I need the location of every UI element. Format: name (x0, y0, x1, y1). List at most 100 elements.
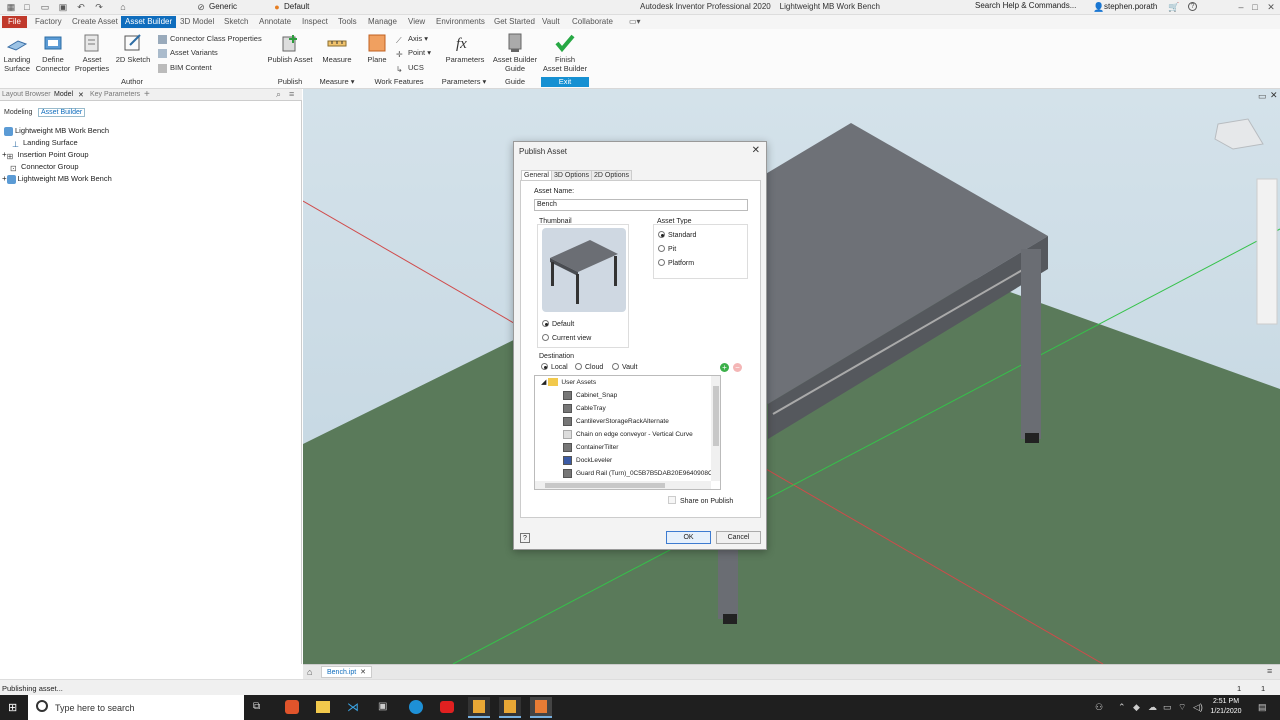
file-explorer-icon[interactable] (316, 701, 330, 713)
close-tab-icon[interactable]: ✕ (78, 91, 84, 99)
hamburger-menu-icon[interactable]: ≡ (289, 89, 294, 99)
tree-root[interactable]: Lightweight MB Work Bench (4, 125, 109, 136)
factory-window[interactable] (530, 697, 552, 718)
landing-surface-button[interactable]: Landing Surface (2, 33, 32, 73)
appearance-dropdown[interactable]: Default (284, 2, 309, 11)
home-icon[interactable]: ⌂ (118, 2, 128, 12)
tab-3d-options[interactable]: 3D Options (551, 170, 593, 180)
windows-start-icon[interactable]: ⊞ (8, 701, 17, 714)
destination-folder-list[interactable]: ◢ User Assets Cabinet_Snap CableTray Cant… (534, 375, 721, 490)
expand-icon[interactable]: + (2, 174, 7, 183)
help-icon[interactable]: ? (1188, 2, 1197, 11)
asset-type-platform-radio[interactable]: Platform (658, 259, 694, 269)
2d-sketch-button[interactable]: 2D Sketch (114, 33, 152, 64)
notifications-icon[interactable]: ▤ (1258, 702, 1267, 713)
minimize-icon[interactable]: – (1236, 2, 1246, 12)
edge-icon[interactable] (409, 700, 423, 714)
task-view-icon[interactable]: ⧉ (253, 701, 260, 712)
tab-inspect[interactable]: Inspect (299, 17, 331, 29)
tab-annotate[interactable]: Annotate (256, 17, 294, 29)
tree-item-landing-surface[interactable]: ⊥ Landing Surface (12, 137, 78, 149)
search-icon[interactable]: ⌕ (276, 89, 281, 100)
redo-icon[interactable]: ↷ (94, 2, 104, 12)
plane-button[interactable]: Plane (363, 33, 391, 64)
clock[interactable]: 2:51 PM 1/21/2020 (1206, 697, 1246, 717)
define-connector-button[interactable]: Define Connector (35, 33, 71, 73)
tab-environments[interactable]: Environments (433, 17, 488, 29)
thumbnail-default-radio[interactable]: Default (542, 320, 574, 330)
undo-icon[interactable]: ↶ (76, 2, 86, 12)
list-item[interactable]: Chain on edge conveyor - Vertical Curve (563, 429, 693, 441)
tray-chevron-icon[interactable]: ⌃ (1118, 702, 1126, 713)
asset-name-input[interactable]: Bench (534, 199, 748, 211)
tab-collaborate[interactable]: Collaborate (569, 17, 616, 29)
battery-icon[interactable]: ▭ (1163, 702, 1172, 713)
new-icon[interactable]: □ (22, 2, 32, 12)
bim-content-button[interactable]: BIM Content (158, 62, 212, 73)
tab-asset-builder-browser[interactable]: Asset Builder (38, 108, 86, 117)
close-icon[interactable]: ✕ (1266, 2, 1276, 12)
tab-factory[interactable]: Factory (32, 17, 65, 29)
tab-create-asset[interactable]: Create Asset (69, 17, 121, 29)
view-cube-icon[interactable] (1214, 118, 1264, 150)
vscode-icon[interactable]: ⋊ (347, 700, 359, 714)
style-dropdown[interactable]: Generic (209, 2, 237, 11)
restore-icon[interactable]: ▭ (1258, 91, 1267, 102)
asset-builder-guide-button[interactable]: Asset Builder Guide (492, 33, 538, 73)
measure-button[interactable]: Measure (320, 33, 354, 64)
axis-button[interactable]: ⟋ Axis ▾ (396, 33, 428, 45)
list-item[interactable]: CableTray (563, 403, 606, 415)
tab-model[interactable]: Model (54, 91, 73, 98)
dialog-help-icon[interactable]: ? (520, 533, 530, 543)
youtube-icon[interactable] (440, 701, 454, 713)
user-name[interactable]: stephen.porath (1104, 2, 1157, 11)
list-item[interactable]: ContainerTilter (563, 442, 618, 454)
group-parameters-label[interactable]: Parameters ▾ (438, 77, 490, 87)
thumbnail-current-view-radio[interactable]: Current view (542, 334, 591, 344)
dropbox-icon[interactable]: ◆ (1133, 702, 1140, 713)
tab-tools[interactable]: Tools (335, 17, 360, 29)
point-button[interactable]: ✛ Point ▾ (396, 47, 431, 59)
collapse-icon[interactable]: ◢ (541, 379, 546, 386)
tab-file[interactable]: File (2, 16, 27, 28)
navigation-bar[interactable] (1256, 178, 1278, 325)
destination-local-radio[interactable]: Local (541, 363, 568, 373)
tab-layout-browser[interactable]: Layout Browser (2, 91, 51, 98)
people-icon[interactable]: ⚇ (1095, 702, 1103, 713)
list-root[interactable]: ◢ User Assets (541, 377, 596, 389)
asset-type-standard-radio[interactable]: Standard (658, 231, 696, 241)
tab-2d-options[interactable]: 2D Options (591, 170, 633, 180)
parameters-button[interactable]: fx Parameters (444, 33, 486, 64)
vertical-scrollbar[interactable] (711, 376, 720, 481)
group-measure-label[interactable]: Measure ▾ (316, 77, 358, 87)
cart-icon[interactable]: 🛒 (1168, 2, 1179, 12)
tree-item-connector-group[interactable]: ⊡ Connector Group (10, 161, 79, 173)
inventor-window-1[interactable] (468, 697, 490, 718)
finish-asset-builder-button[interactable]: Finish Asset Builder (541, 33, 589, 73)
maximize-icon[interactable]: □ (1250, 2, 1260, 12)
document-menu-icon[interactable]: ≡ (1267, 666, 1272, 676)
tab-3d-model[interactable]: 3D Model (177, 17, 217, 29)
list-item[interactable]: CantileverStorageRackAlternate (563, 416, 669, 428)
tab-general[interactable]: General (521, 170, 552, 180)
list-item[interactable]: DockLeveler (563, 455, 612, 467)
document-tab[interactable]: Bench.ipt ✕ (321, 666, 372, 678)
asset-properties-button[interactable]: Asset Properties (74, 33, 110, 73)
asset-variants-button[interactable]: Asset Variants (158, 47, 218, 58)
tab-view[interactable]: View (405, 17, 428, 29)
close-document-icon[interactable]: ✕ (360, 669, 366, 676)
close-view-icon[interactable]: ✕ (1270, 90, 1278, 101)
scrollbar-thumb[interactable] (545, 483, 665, 488)
tree-item-body[interactable]: + Lightweight MB Work Bench (2, 173, 112, 184)
clear-override-icon[interactable]: ⊘ (196, 2, 206, 12)
help-search-input[interactable]: Search Help & Commands... (975, 1, 1087, 13)
save-icon[interactable]: ▣ (58, 2, 68, 12)
list-item[interactable]: Cabinet_Snap (563, 390, 617, 402)
network-icon[interactable]: ⌔ (1178, 702, 1186, 713)
brave-icon[interactable] (285, 700, 299, 714)
tab-key-parameters[interactable]: Key Parameters (90, 91, 140, 98)
ucs-button[interactable]: ↳ UCS (396, 62, 424, 74)
volume-icon[interactable]: ◁) (1193, 702, 1203, 713)
scrollbar-thumb[interactable] (713, 386, 719, 446)
destination-cloud-radio[interactable]: Cloud (575, 363, 603, 373)
